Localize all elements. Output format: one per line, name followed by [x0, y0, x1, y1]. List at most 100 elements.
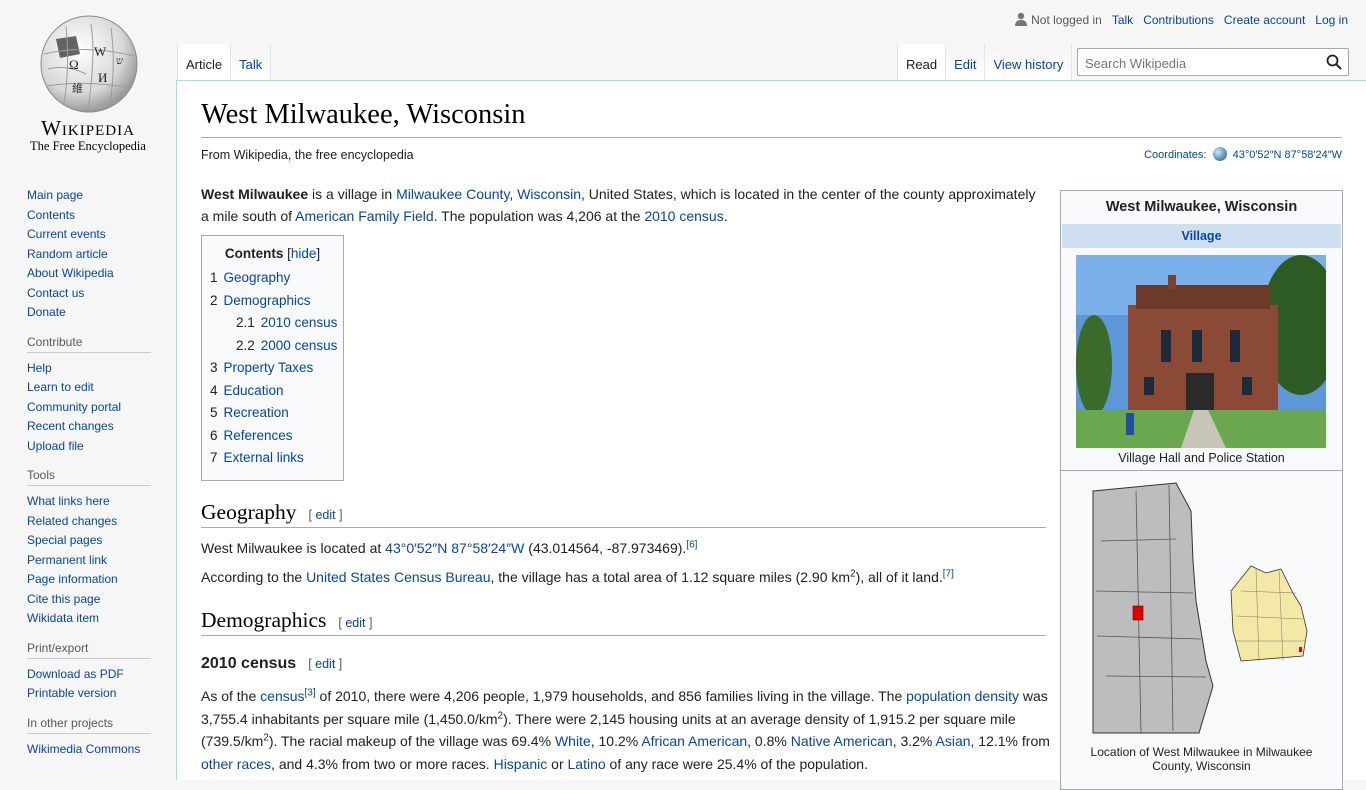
- toc-link[interactable]: References: [224, 428, 293, 443]
- location-map[interactable]: [1081, 481, 1321, 743]
- link-wisconsin[interactable]: Wisconsin: [517, 186, 581, 202]
- toc-item[interactable]: 1 Geography: [210, 267, 343, 290]
- sidebar-item-permanent-link[interactable]: Permanent link: [27, 551, 157, 571]
- sidebar-item-donate[interactable]: Donate: [27, 303, 157, 323]
- tab-read[interactable]: Read: [897, 44, 946, 80]
- tab-talk[interactable]: Talk: [230, 44, 272, 80]
- view-tabs: Read Edit View history: [897, 44, 1073, 80]
- infobox-type-link[interactable]: Village: [1062, 224, 1341, 248]
- link-asian[interactable]: Asian: [936, 733, 971, 749]
- link-african-american[interactable]: African American: [641, 733, 747, 749]
- sidebar-item-related-changes[interactable]: Related changes: [27, 512, 157, 532]
- toc-item[interactable]: 5 Recreation: [210, 402, 343, 425]
- toc-link[interactable]: Education: [224, 383, 284, 398]
- toc-link[interactable]: Recreation: [224, 405, 289, 420]
- search-box: [1077, 48, 1349, 76]
- sidebar-item-what-links-here[interactable]: What links here: [27, 492, 157, 512]
- sidebar-item-help[interactable]: Help: [27, 359, 157, 379]
- village-hall-photo[interactable]: [1076, 255, 1326, 448]
- link-latino[interactable]: Latino: [568, 756, 606, 772]
- toc-item[interactable]: 7 External links: [210, 447, 343, 470]
- link-milwaukee-county[interactable]: Milwaukee County: [396, 186, 509, 202]
- toc-item[interactable]: 2.1 2010 census: [210, 312, 343, 335]
- search-input[interactable]: [1083, 50, 1317, 76]
- sidebar-item-wikidata-item[interactable]: Wikidata item: [27, 609, 157, 629]
- link-white[interactable]: White: [555, 733, 591, 749]
- ref-3[interactable]: [3]: [305, 687, 316, 698]
- tab-article[interactable]: Article: [177, 44, 231, 80]
- link-other-races[interactable]: other races: [201, 756, 271, 772]
- sidebar-item-random-article[interactable]: Random article: [27, 245, 157, 265]
- sidebar-item-special-pages[interactable]: Special pages: [27, 531, 157, 551]
- toc-hide-toggle[interactable]: hide: [291, 246, 317, 261]
- toc-link[interactable]: 2010 census: [261, 315, 338, 330]
- talk-link[interactable]: Talk: [1112, 13, 1133, 27]
- wikipedia-logo[interactable]: Ω W И 維 ש Wikipedia The Free Encyclopedi…: [0, 0, 176, 160]
- sidebar-item-learn-to-edit[interactable]: Learn to edit: [27, 378, 157, 398]
- tab-view-history[interactable]: View history: [984, 44, 1073, 80]
- edit-demographics-link[interactable]: edit: [345, 616, 365, 630]
- sidebar-item-printable-version[interactable]: Printable version: [27, 684, 157, 704]
- sidebar-item-community-portal[interactable]: Community portal: [27, 398, 157, 418]
- toc-link[interactable]: Demographics: [224, 293, 311, 308]
- wordmark: Wikipedia: [41, 116, 135, 140]
- sidebar-item-download-as-pdf[interactable]: Download as PDF: [27, 665, 157, 685]
- contribute-heading: Contribute: [27, 335, 151, 353]
- title-divider: [201, 137, 1342, 138]
- toc-item[interactable]: 6 References: [210, 425, 343, 448]
- link-geography-coords[interactable]: 43°0′52″N 87°58′24″W: [385, 540, 524, 556]
- coordinates[interactable]: Coordinates: 43°0′52″N 87°58′24″W: [1144, 147, 1342, 161]
- print-heading: Print/export: [27, 641, 151, 659]
- link-native-american[interactable]: Native American: [791, 733, 893, 749]
- toc-link[interactable]: Geography: [224, 270, 291, 285]
- edit-geography-link[interactable]: edit: [315, 508, 335, 522]
- link-hispanic[interactable]: Hispanic: [494, 756, 548, 772]
- ref-6[interactable]: [6]: [686, 539, 697, 550]
- census-2010-paragraph: As of the census[3] of 2010, there were …: [201, 687, 1050, 772]
- sidebar-item-contents[interactable]: Contents: [27, 206, 157, 226]
- toc-item[interactable]: 3 Property Taxes: [210, 357, 343, 380]
- tab-edit[interactable]: Edit: [945, 44, 985, 80]
- toc-number: 2: [210, 292, 218, 308]
- create-account-link[interactable]: Create account: [1224, 13, 1305, 27]
- toc-link[interactable]: External links: [224, 450, 304, 465]
- intro-paragraph: West Milwaukee is a village in Milwaukee…: [201, 186, 1036, 224]
- sidebar-item-upload-file[interactable]: Upload file: [27, 437, 157, 457]
- search-icon[interactable]: [1326, 54, 1342, 70]
- sidebar-item-cite-this-page[interactable]: Cite this page: [27, 590, 157, 610]
- ref-7[interactable]: [7]: [943, 568, 954, 579]
- toc-number: 4: [210, 382, 218, 398]
- link-census[interactable]: census: [260, 688, 304, 704]
- sidebar-item-page-information[interactable]: Page information: [27, 570, 157, 590]
- edit-2010-census-link[interactable]: edit: [315, 657, 335, 671]
- heading-demographics: Demographics[ edit ]: [201, 608, 1046, 636]
- not-logged-in: Not logged in: [1015, 12, 1102, 27]
- login-link[interactable]: Log in: [1315, 13, 1348, 27]
- sidebar-item-recent-changes[interactable]: Recent changes: [27, 417, 157, 437]
- table-of-contents: Contents [hide] 1 Geography 2 Demographics 2…: [201, 235, 344, 481]
- photo-caption: Village Hall and Police Station: [1118, 451, 1285, 465]
- link-2010-census[interactable]: 2010 census: [644, 208, 723, 224]
- sidebar-item-main-page[interactable]: Main page: [27, 186, 157, 206]
- geography-paragraph-1: West Milwaukee is located at 43°0′52″N 8…: [201, 539, 698, 556]
- content-area: West Milwaukee, Wisconsin From Wikipedia…: [176, 80, 1366, 790]
- sidebar-item-current-events[interactable]: Current events: [27, 225, 157, 245]
- infobox-title: West Milwaukee, Wisconsin: [1105, 199, 1298, 215]
- sidebar-item-contact-us[interactable]: Contact us: [27, 284, 157, 304]
- personal-tools: Not logged in Talk Contributions Create …: [1015, 12, 1348, 27]
- link-american-family-field[interactable]: American Family Field: [295, 208, 433, 224]
- toc-link[interactable]: 2000 census: [261, 338, 338, 353]
- sidebar-item-about-wikipedia[interactable]: About Wikipedia: [27, 264, 157, 284]
- toc-item[interactable]: 2.2 2000 census: [210, 335, 343, 358]
- page-title: West Milwaukee, Wisconsin: [201, 99, 526, 130]
- toc-link[interactable]: Property Taxes: [224, 360, 314, 375]
- sidebar: Main page Contents Current events Random ar…: [27, 186, 157, 771]
- link-population-density[interactable]: population density: [906, 688, 1019, 704]
- sidebar-item-wikimedia-commons[interactable]: Wikimedia Commons: [27, 740, 157, 760]
- contributions-link[interactable]: Contributions: [1143, 13, 1214, 27]
- toc-number: 5: [210, 405, 218, 420]
- link-census-bureau[interactable]: United States Census Bureau: [306, 569, 490, 585]
- toc-item[interactable]: 2 Demographics: [210, 290, 343, 313]
- toc-item[interactable]: 4 Education: [210, 380, 343, 403]
- tagline: The Free Encyclopedia: [30, 139, 146, 153]
